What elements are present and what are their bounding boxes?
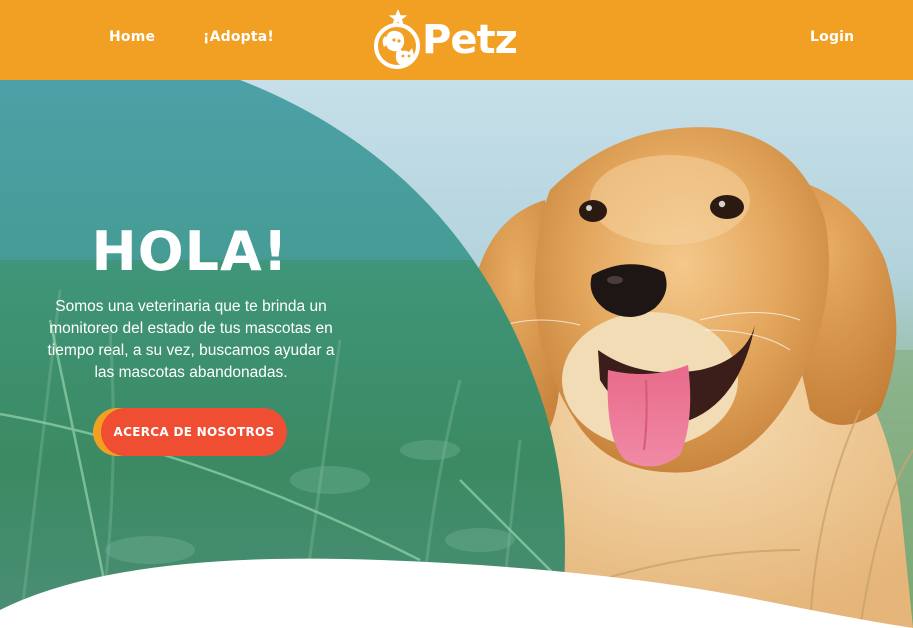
about-us-button[interactable]: ACERCA DE NOSOTROS	[101, 408, 287, 456]
hero-section: HOLA! Somos una veterinaria que te brind…	[0, 80, 913, 628]
nav-link-login[interactable]: Login	[810, 29, 854, 45]
brand-name: Petz	[422, 17, 518, 63]
about-us-button-wrapper: ACERCA DE NOSOTROS	[93, 408, 287, 456]
dog-cat-star-icon	[374, 9, 420, 69]
brand-logo[interactable]: Petz	[372, 8, 542, 72]
nav-link-home[interactable]: Home	[109, 29, 155, 45]
top-navbar: Home ¡Adopta! Petz Login	[0, 0, 913, 80]
hero-title: HOLA!	[91, 220, 289, 283]
nav-link-adopta[interactable]: ¡Adopta!	[203, 29, 274, 45]
hero-description: Somos una veterinaria que te brinda un m…	[47, 298, 335, 381]
